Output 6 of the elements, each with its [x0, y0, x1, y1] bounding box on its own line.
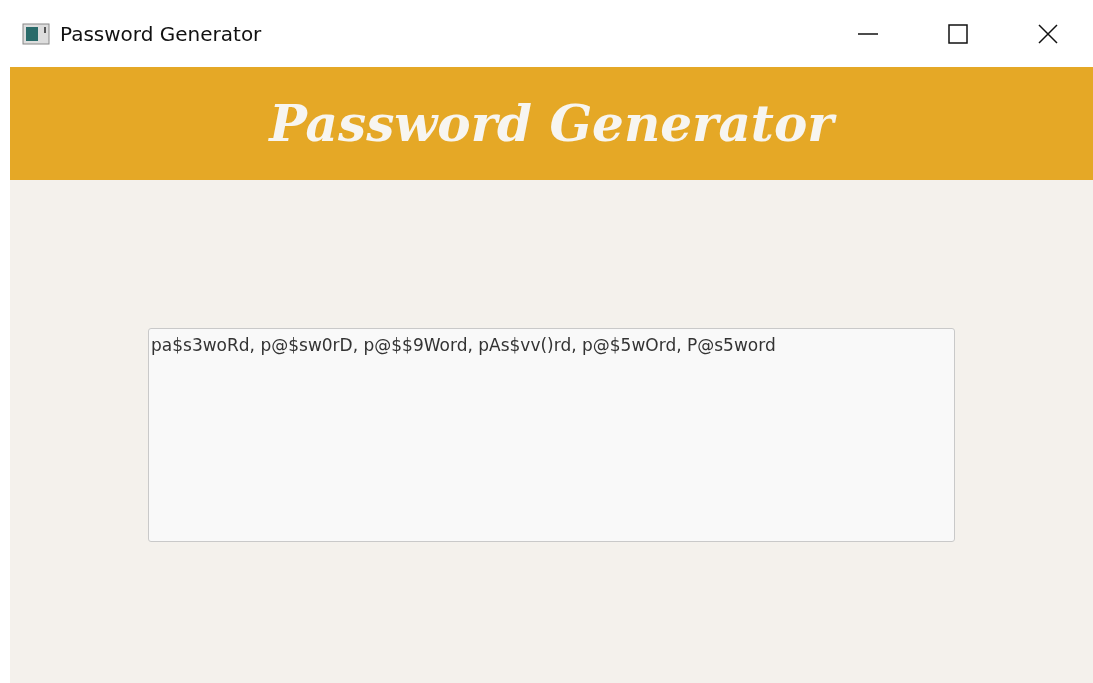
- window-title: Password Generator: [60, 21, 263, 46]
- app-icon: [22, 22, 50, 45]
- password-output-field[interactable]: pa$s3woRd, p@$sw0rD, p@$$9Word, pAs$vv()rd, p@$5wOrd, P@s5word: [148, 328, 955, 542]
- close-icon: [1038, 23, 1058, 44]
- maximize-icon: [948, 23, 968, 44]
- minimize-icon: [858, 32, 878, 35]
